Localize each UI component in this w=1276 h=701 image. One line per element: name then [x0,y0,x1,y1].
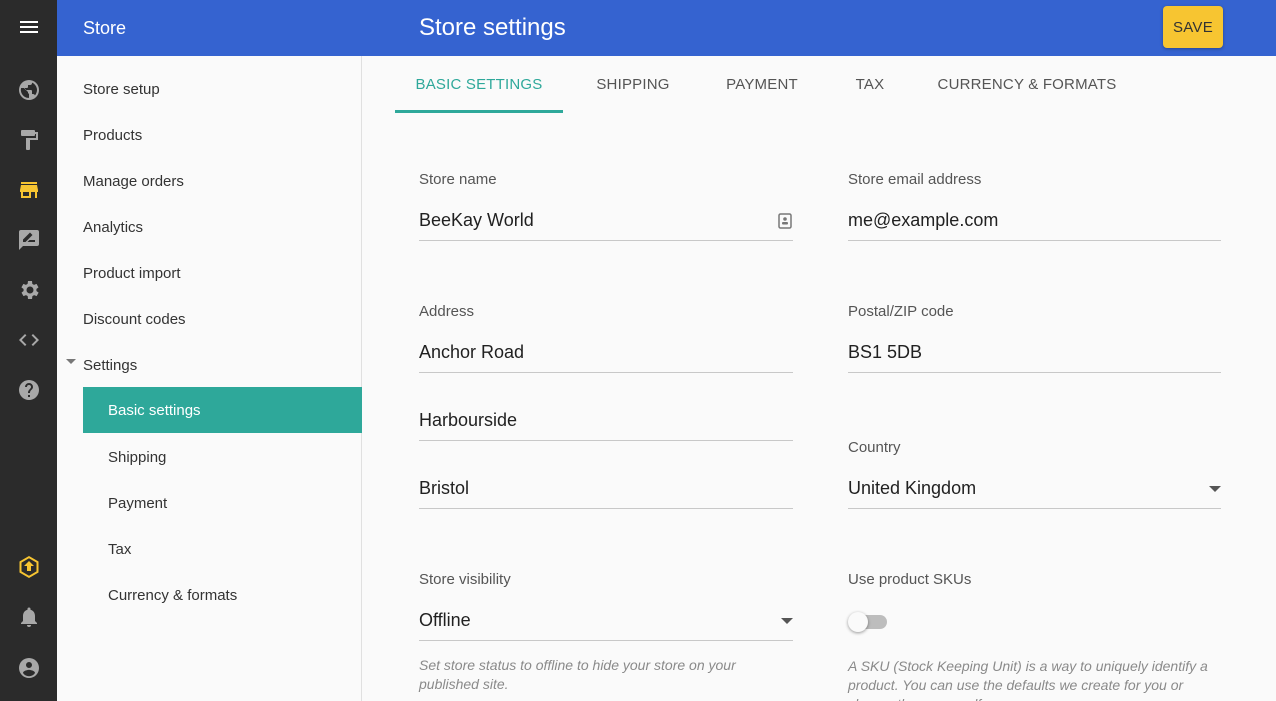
sidebar-item-manage-orders[interactable]: Manage orders [83,158,362,204]
country-label: Country [848,439,901,456]
tab-basic-settings[interactable]: BASIC SETTINGS [395,56,563,113]
account-icon[interactable] [0,643,57,693]
product-skus-toggle[interactable] [848,612,890,632]
upgrade-icon[interactable] [0,542,57,592]
address-line3-field[interactable]: Bristol [419,469,793,509]
tab-shipping[interactable]: SHIPPING [583,56,683,113]
store-visibility-value: Offline [419,610,471,630]
store-email-label: Store email address [848,171,982,188]
address-line2-value: Harbourside [419,410,518,430]
address-line2-field[interactable]: Harbourside [419,401,793,441]
app-title: Store [83,18,127,38]
store-visibility-helper: Set store status to offline to hide your… [419,657,736,692]
address-line3-value: Bristol [419,478,470,498]
store-email-value: me@example.com [848,210,999,230]
globe-icon[interactable] [0,65,57,115]
store-email-field[interactable]: me@example.com [848,201,1221,241]
menu-icon[interactable] [0,2,57,52]
address-line1-value: Anchor Road [419,342,525,362]
store-name-label: Store name [419,171,497,188]
toggle-thumb [848,612,868,632]
settings-sidebar: Store setup Products Manage orders Analy… [57,56,362,701]
sidebar-item-settings[interactable]: Settings [83,342,362,388]
sidebar-item-analytics[interactable]: Analytics [83,204,362,250]
tab-currency-formats[interactable]: CURRENCY & FORMATS [929,56,1125,113]
sidebar-subitem-basic-settings[interactable]: Basic settings [83,387,362,433]
product-skus-label: Use product SKUs [848,571,972,588]
paint-roller-icon[interactable] [0,115,57,165]
save-button[interactable]: SAVE [1163,6,1223,48]
sidebar-item-store-setup[interactable]: Store setup [83,66,362,112]
product-skus-helper: A SKU (Stock Keeping Unit) is a way to u… [848,658,1208,701]
tab-tax[interactable]: TAX [841,56,899,113]
sidebar-subitem-currency-formats[interactable]: Currency & formats [83,572,362,618]
sidebar-item-product-import[interactable]: Product import [83,250,362,296]
tab-payment[interactable]: PAYMENT [713,56,811,113]
sidebar-item-products[interactable]: Products [83,112,362,158]
store-name-value: BeeKay World [419,210,534,230]
help-icon[interactable] [0,365,57,415]
page-title: Store settings [419,14,566,41]
sidebar-item-discount-codes[interactable]: Discount codes [83,296,362,342]
gear-icon[interactable] [0,265,57,315]
postal-code-label: Postal/ZIP code [848,303,954,320]
country-value: United Kingdom [848,478,977,498]
country-select[interactable]: United Kingdom [848,469,1221,509]
chevron-down-icon [781,617,793,624]
contact-card-icon[interactable] [777,212,793,229]
postal-code-field[interactable]: BS1 5DB [848,333,1221,373]
settings-tabs: BASIC SETTINGS SHIPPING PAYMENT TAX CURR… [395,56,1255,113]
store-name-field[interactable]: BeeKay World [419,201,793,241]
postal-code-value: BS1 5DB [848,342,923,362]
store-icon[interactable] [0,165,57,215]
feedback-icon[interactable] [0,215,57,265]
address-label: Address [419,303,475,320]
icon-rail [0,0,57,701]
collapse-arrow-icon[interactable] [66,359,76,364]
store-visibility-select[interactable]: Offline [419,601,793,641]
code-icon[interactable] [0,315,57,365]
chevron-down-icon [1209,485,1221,492]
bell-icon[interactable] [0,592,57,642]
store-visibility-label: Store visibility [419,571,511,588]
address-line1-field[interactable]: Anchor Road [419,333,793,373]
sidebar-subitem-shipping[interactable]: Shipping [83,434,362,480]
app-header: Store Store settings SAVE [57,0,1276,56]
sidebar-subitem-tax[interactable]: Tax [83,526,362,572]
sidebar-subitem-payment[interactable]: Payment [83,480,362,526]
